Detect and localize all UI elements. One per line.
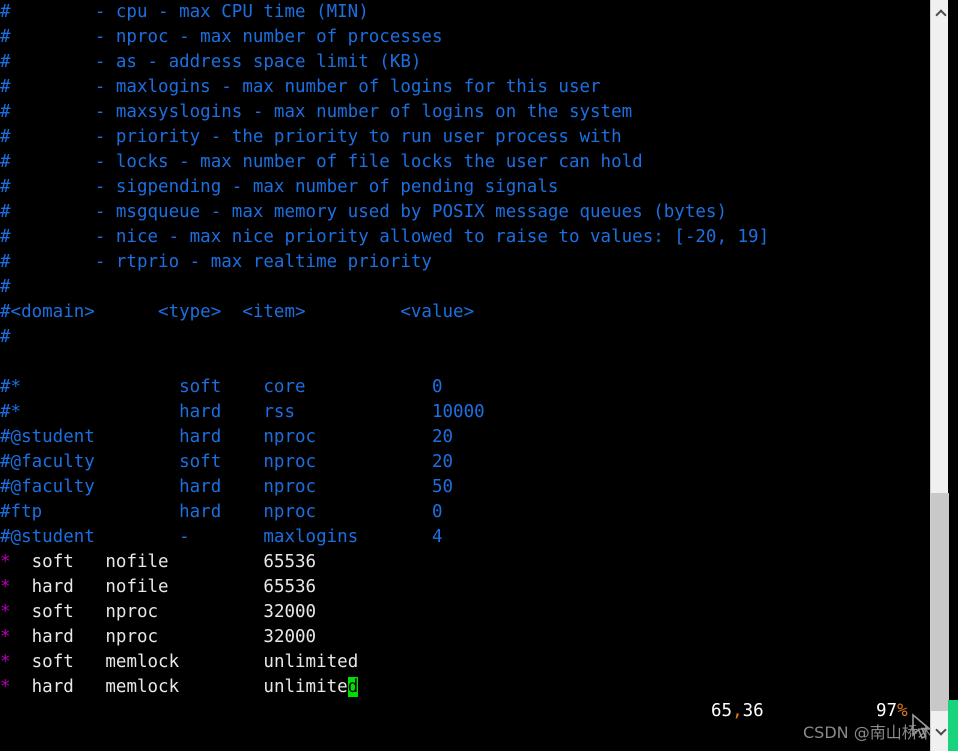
editor-line[interactable]: * soft nproc 32000: [0, 600, 930, 625]
comment-text: #ftp hard nproc 0: [0, 502, 443, 522]
editor-line[interactable]: # - maxsyslogins - max number of logins …: [0, 100, 930, 125]
editor-line[interactable]: * hard nproc 32000: [0, 625, 930, 650]
limit-entry-text: hard memlock unlimite: [10, 677, 348, 697]
editor-line[interactable]: #@student hard nproc 20: [0, 425, 930, 450]
comment-text: # - nice - max nice priority allowed to …: [0, 227, 770, 247]
ruler-file-percent: 97%: [876, 699, 908, 724]
comment-text: #@faculty soft nproc 20: [0, 452, 454, 472]
editor-line[interactable]: # - locks - max number of file locks the…: [0, 150, 930, 175]
editor-line[interactable]: # - rtprio - max realtime priority: [0, 250, 930, 275]
editor-line[interactable]: #: [0, 325, 930, 350]
editor-line[interactable]: # - sigpending - max number of pending s…: [0, 175, 930, 200]
editor-line[interactable]: * soft memlock unlimited: [0, 650, 930, 675]
editor-line[interactable]: #: [0, 275, 930, 300]
comment-text: # - nproc - max number of processes: [0, 27, 443, 47]
vim-terminal-window: # - cpu - max CPU time (MIN) # - nproc - …: [0, 0, 958, 751]
comment-text: # - maxlogins - max number of logins for…: [0, 77, 601, 97]
editor-line[interactable]: #@faculty soft nproc 20: [0, 450, 930, 475]
limit-entry-text: soft memlock unlimited: [10, 652, 359, 672]
editor-line[interactable]: * soft nofile 65536: [0, 550, 930, 575]
comment-text: # - sigpending - max number of pending s…: [0, 177, 559, 197]
editor-line[interactable]: #<domain> <type> <item> <value>: [0, 300, 930, 325]
scrollbar-thumb[interactable]: [931, 493, 949, 711]
ruler-separator: ,: [732, 701, 743, 721]
comment-text: #: [0, 327, 11, 347]
comment-text: # - priority - the priority to run user …: [0, 127, 622, 147]
mouse-pointer-icon: [912, 713, 932, 740]
editor-line[interactable]: * hard nofile 65536: [0, 575, 930, 600]
wildcard-domain-glyph: *: [0, 627, 11, 647]
comment-text: # - rtprio - max realtime priority: [0, 252, 432, 272]
comment-text: # - maxsyslogins - max number of logins …: [0, 102, 633, 122]
comment-text: #: [0, 277, 11, 297]
comment-text: #* soft core 0: [0, 377, 443, 397]
editor-line[interactable]: #@student - maxlogins 4: [0, 525, 930, 550]
comment-text: # - locks - max number of file locks the…: [0, 152, 643, 172]
editor-line[interactable]: # - cpu - max CPU time (MIN): [0, 0, 930, 25]
vim-status-line: 65,36 97%: [0, 699, 930, 724]
ruler-column-number: 36: [742, 701, 764, 721]
limit-entry-text: hard nofile 65536: [10, 577, 317, 597]
ruler-percent-number: 97: [876, 701, 898, 721]
vertical-scrollbar[interactable]: [930, 0, 949, 751]
comment-text: # - cpu - max CPU time (MIN): [0, 2, 369, 22]
blank-text: [0, 352, 11, 372]
wildcard-domain-glyph: *: [0, 652, 11, 672]
editor-text-buffer[interactable]: # - cpu - max CPU time (MIN) # - nproc - …: [0, 0, 930, 751]
comment-text: #@student hard nproc 20: [0, 427, 454, 447]
editor-line[interactable]: [0, 350, 930, 375]
editor-line[interactable]: #* soft core 0: [0, 375, 930, 400]
chevron-up-icon: [936, 11, 945, 16]
wildcard-domain-glyph: *: [0, 602, 11, 622]
editor-line[interactable]: # - msgqueue - max memory used by POSIX …: [0, 200, 930, 225]
editor-line[interactable]: #* hard rss 10000: [0, 400, 930, 425]
ruler-percent-sign: %: [897, 701, 908, 721]
editor-line[interactable]: * hard memlock unlimited: [0, 675, 930, 700]
editor-line[interactable]: #@faculty hard nproc 50: [0, 475, 930, 500]
editor-line[interactable]: # - maxlogins - max number of logins for…: [0, 75, 930, 100]
limit-entry-text: hard nproc 32000: [10, 627, 317, 647]
ruler-line-number: 65: [711, 701, 733, 721]
editor-line[interactable]: # - as - address space limit (KB): [0, 50, 930, 75]
editor-line[interactable]: #ftp hard nproc 0: [0, 500, 930, 525]
comment-text: # - as - address space limit (KB): [0, 52, 422, 72]
wildcard-domain-glyph: *: [0, 677, 11, 697]
comment-text: #<domain> <type> <item> <value>: [0, 302, 475, 322]
text-cursor-block: d: [347, 677, 359, 697]
comment-text: # - msgqueue - max memory used by POSIX …: [0, 202, 727, 222]
wildcard-domain-glyph: *: [0, 552, 11, 572]
scrollbar-up-button[interactable]: [931, 4, 949, 22]
limit-entry-text: soft nproc 32000: [10, 602, 317, 622]
editor-line[interactable]: # - priority - the priority to run user …: [0, 125, 930, 150]
comment-text: #@student - maxlogins 4: [0, 527, 443, 547]
editor-line[interactable]: # - nice - max nice priority allowed to …: [0, 225, 930, 250]
scrollbar-accent-bar: [948, 700, 958, 751]
editor-line[interactable]: # - nproc - max number of processes: [0, 25, 930, 50]
ruler-cursor-position: 65,36: [711, 699, 764, 724]
comment-text: #* hard rss 10000: [0, 402, 485, 422]
comment-text: #@faculty hard nproc 50: [0, 477, 454, 497]
wildcard-domain-glyph: *: [0, 577, 11, 597]
limit-entry-text: soft nofile 65536: [10, 552, 317, 572]
